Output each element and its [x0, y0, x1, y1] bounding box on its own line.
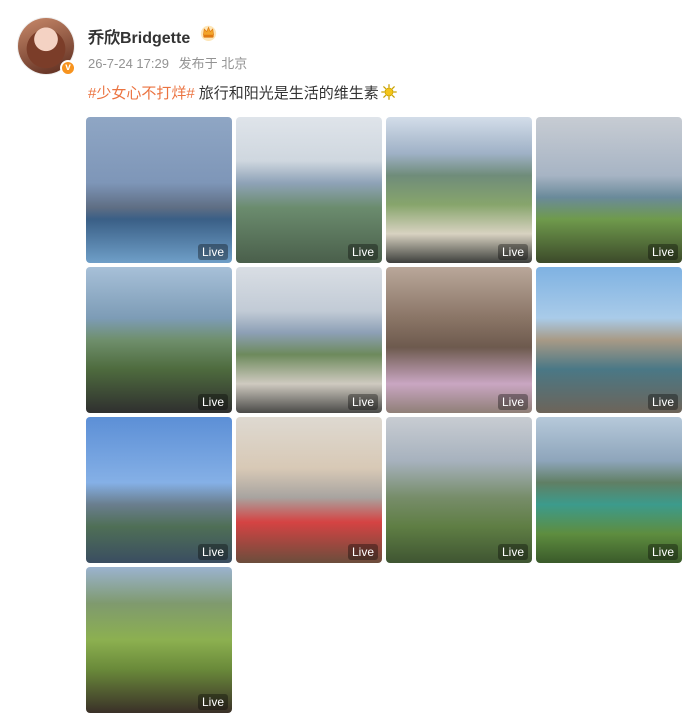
photo-tile[interactable]: Live	[86, 117, 232, 263]
photo-grid: Live Live Live Live Live Live Live Live …	[86, 117, 684, 713]
live-badge: Live	[197, 244, 228, 260]
photo-tile[interactable]: Live	[536, 267, 682, 413]
live-badge: Live	[647, 544, 678, 560]
photo-tile[interactable]: Live	[386, 117, 532, 263]
live-badge: Live	[347, 394, 378, 410]
live-badge: Live	[347, 544, 378, 560]
live-badge: Live	[347, 244, 378, 260]
photo-tile[interactable]: Live	[86, 567, 232, 713]
username[interactable]: 乔欣Bridgette	[88, 24, 190, 48]
photo-tile[interactable]: Live	[86, 417, 232, 563]
post-source: 发布于 北京	[178, 56, 248, 71]
photo-tile[interactable]: Live	[236, 267, 382, 413]
post-timestamp[interactable]: 26-7-24 17:29	[88, 56, 169, 71]
post-text: #少女心不打烊# 旅行和阳光是生活的维生素	[88, 82, 397, 103]
live-badge: Live	[197, 394, 228, 410]
photo-tile[interactable]: Live	[536, 117, 682, 263]
post-body: 旅行和阳光是生活的维生素	[198, 85, 379, 102]
photo-tile[interactable]: Live	[386, 417, 532, 563]
photo-tile[interactable]: Live	[236, 117, 382, 263]
live-badge: Live	[197, 544, 228, 560]
photo-tile[interactable]: Live	[386, 267, 532, 413]
crown-icon	[200, 25, 217, 41]
photo-tile[interactable]: Live	[536, 417, 682, 563]
photo-tile[interactable]: Live	[86, 267, 232, 413]
live-badge: Live	[647, 394, 678, 410]
sun-emoji-icon	[380, 84, 397, 100]
live-badge: Live	[197, 694, 228, 710]
photo-tile[interactable]: Live	[236, 417, 382, 563]
topic-link[interactable]: #少女心不打烊#	[88, 85, 195, 102]
live-badge: Live	[497, 544, 528, 560]
live-badge: Live	[647, 244, 678, 260]
live-badge: Live	[497, 394, 528, 410]
verified-badge-icon: v	[60, 60, 76, 76]
live-badge: Live	[497, 244, 528, 260]
post-meta: 26-7-24 17:29 发布于 北京	[88, 53, 253, 72]
